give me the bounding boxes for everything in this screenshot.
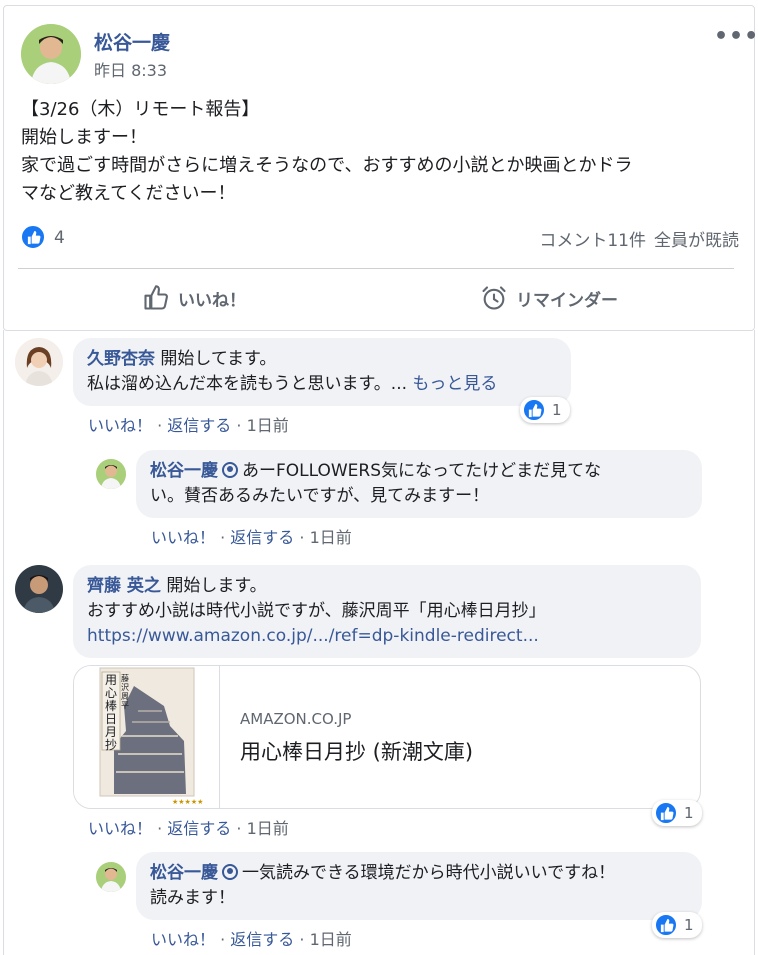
like-reaction-icon[interactable]: [20, 224, 46, 250]
comment-like-link[interactable]: いいね！: [88, 416, 152, 435]
comment-like-link[interactable]: いいね！: [151, 528, 215, 547]
reminder-button-label: リマインダー: [516, 290, 618, 311]
seen-status[interactable]: 全員が既読: [654, 231, 739, 251]
post-time[interactable]: 昨日 8:33: [94, 57, 167, 81]
like-button[interactable]: いいね！: [142, 284, 246, 312]
comment-actions: いいね！ · 返信する · 1日前: [88, 412, 289, 436]
like-reaction-icon: [654, 801, 678, 825]
comment-actions: いいね！ · 返信する · 1日前: [151, 926, 352, 950]
comment-time[interactable]: 1日前: [310, 930, 352, 949]
reply-bubble: 松谷一慶 あーFOLLOWERS気になってたけどまだ見てな い。賛否あるみたいです…: [136, 450, 702, 518]
preview-title[interactable]: 用心棒日月抄 (新潮文庫): [240, 736, 473, 766]
comment-count[interactable]: コメント11件: [539, 231, 646, 251]
like-button-label: いいね！: [178, 290, 246, 311]
separator: ·: [215, 528, 231, 547]
reaction-number: 1: [552, 401, 562, 419]
thumbs-up-icon: [144, 285, 168, 310]
reaction-number: 1: [684, 916, 694, 934]
book-cover-author: 藤沢周平: [121, 674, 129, 710]
comment-actions: いいね！ · 返信する · 1日前: [151, 524, 352, 548]
comment-time[interactable]: 1日前: [247, 819, 289, 838]
comment-time[interactable]: 1日前: [310, 528, 352, 547]
comment-text: 開始します。: [166, 576, 267, 596]
commenter-avatar[interactable]: [15, 338, 63, 386]
comment-reaction-count[interactable]: 1: [652, 912, 702, 938]
like-reaction-icon: [654, 913, 678, 937]
post-line: 開始しますー！: [21, 127, 147, 148]
separator: ·: [231, 416, 247, 435]
admin-badge-icon: [222, 864, 238, 880]
separator: ·: [152, 416, 168, 435]
alarm-clock-icon: [482, 286, 506, 310]
divider: [18, 268, 734, 269]
post-line: 家で過ごす時間がさらに増えそうなので、おすすめの小説とか映画とかドラ: [21, 155, 633, 176]
comment-reaction-count[interactable]: 1: [520, 397, 570, 423]
book-cover-image: ★★★★★ 用心棒日月抄 藤沢周平: [74, 666, 220, 808]
comment-bubble: 齊藤 英之 開始します。 おすすめ小説は時代小説ですが、藤沢周平「用心棒日月抄」…: [73, 565, 701, 658]
author-avatar[interactable]: [21, 24, 81, 84]
link-preview-card[interactable]: ★★★★★ 用心棒日月抄 藤沢周平 AMAZON.CO.JP 用心棒日月抄 (新…: [73, 665, 701, 809]
commenter-avatar[interactable]: [15, 565, 63, 613]
separator: ·: [215, 930, 231, 949]
reply-avatar[interactable]: [96, 459, 126, 489]
comment-text-line2: おすすめ小説は時代小説ですが、藤沢周平「用心棒日月抄」: [87, 601, 546, 621]
preview-domain: AMAZON.CO.JP: [240, 710, 352, 728]
svg-text:★★★★★: ★★★★★: [172, 798, 203, 806]
commenter-name[interactable]: 齊藤 英之: [87, 576, 161, 596]
comment-reaction-count[interactable]: 1: [652, 800, 702, 826]
book-cover-title: 用心棒日月抄: [105, 673, 118, 752]
separator: ·: [294, 528, 310, 547]
post-stats: コメント11件 全員が既読: [539, 226, 739, 251]
post-line: 【3/26（木）リモート報告】: [21, 99, 260, 120]
comment-bubble: 久野杏奈 開始してます。 私は溜め込んだ本を読もうと思います。... もっと見る: [73, 338, 571, 406]
reaction-number: 1: [684, 804, 694, 822]
comment-text: あーFOLLOWERS気になってたけどまだ見てな: [242, 461, 602, 481]
post-body: 【3/26（木）リモート報告】 開始しますー！ 家で過ごす時間がさらに増えそうな…: [21, 96, 741, 208]
commenter-name[interactable]: 松谷一慶: [150, 863, 218, 883]
commenter-name[interactable]: 久野杏奈: [87, 349, 155, 369]
see-more-link[interactable]: もっと見る: [412, 374, 497, 394]
reply-avatar[interactable]: [96, 862, 126, 892]
separator: ·: [152, 819, 168, 838]
like-reaction-icon: [522, 398, 546, 422]
post-author[interactable]: 松谷一慶: [94, 28, 170, 55]
comment-text: 一気読みできる環境だから時代小説いいですね！: [242, 863, 616, 883]
comment-text-line2: 読みます！: [150, 888, 235, 908]
comment-text: 開始してます。: [160, 349, 277, 369]
reminder-button[interactable]: リマインダー: [480, 284, 618, 312]
comment-reply-link[interactable]: 返信する: [230, 930, 294, 949]
comment-reply-link[interactable]: 返信する: [167, 819, 231, 838]
more-options-icon[interactable]: •••: [714, 24, 758, 49]
admin-badge-icon: [222, 462, 238, 478]
comment-time[interactable]: 1日前: [247, 416, 289, 435]
comment-url-link[interactable]: https://www.amazon.co.jp/.../ref=dp-kind…: [87, 624, 687, 649]
comment-reply-link[interactable]: 返信する: [230, 528, 294, 547]
post-line: マなど教えてくださいー！: [21, 183, 236, 204]
comment-text-line2: い。賛否あるみたいですが、見てみますー！: [150, 486, 490, 506]
separator: ·: [231, 819, 247, 838]
reply-bubble: 松谷一慶 一気読みできる環境だから時代小説いいですね！ 読みます！: [136, 852, 702, 920]
commenter-name[interactable]: 松谷一慶: [150, 461, 218, 481]
comment-reply-link[interactable]: 返信する: [167, 416, 231, 435]
comment-text-line2: 私は溜め込んだ本を読もうと思います。...: [87, 374, 413, 394]
reaction-count[interactable]: 4: [54, 228, 65, 248]
comment-like-link[interactable]: いいね！: [151, 930, 215, 949]
separator: ·: [294, 930, 310, 949]
comment-like-link[interactable]: いいね！: [88, 819, 152, 838]
comment-actions: いいね！ · 返信する · 1日前: [88, 815, 289, 839]
